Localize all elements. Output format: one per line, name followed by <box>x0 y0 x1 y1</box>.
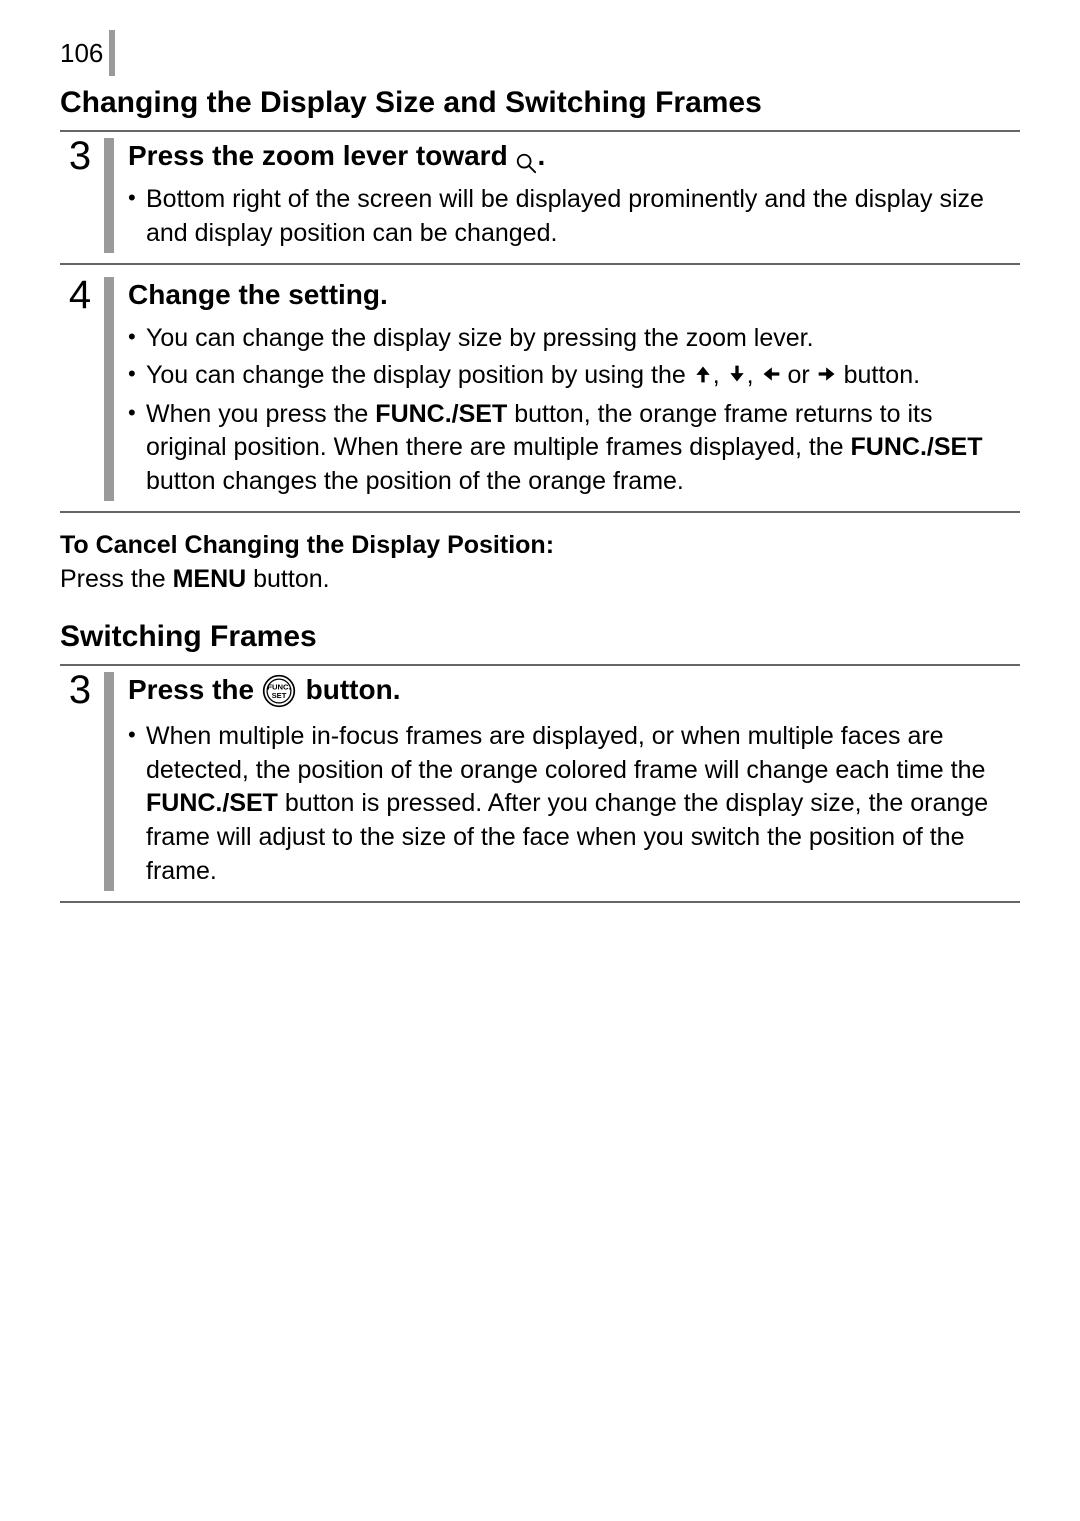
cancel-note: To Cancel Changing the Display Position:… <box>60 529 1020 597</box>
step-divider <box>104 277 114 501</box>
bullet-item: When multiple in-focus frames are displa… <box>128 720 1020 889</box>
step-title: Press the FUNC. SET button. <box>128 672 1020 710</box>
step-divider <box>104 138 114 253</box>
text: button. <box>246 565 329 593</box>
text: , <box>747 361 761 389</box>
text: button. <box>837 361 920 389</box>
bullet-list: You can change the display size by press… <box>128 322 1020 499</box>
note-body: Press the MENU button. <box>60 563 1020 597</box>
step-3: 3 Press the zoom lever toward . Bottom r… <box>60 132 1020 263</box>
text: When multiple in-focus frames are displa… <box>146 722 985 784</box>
bullet-item: You can change the display size by press… <box>128 322 1020 356</box>
text: or <box>781 361 817 389</box>
page: 106 Changing the Display Size and Switch… <box>0 0 1080 1521</box>
magnify-icon <box>515 147 537 169</box>
text: , <box>713 361 727 389</box>
divider <box>60 511 1020 513</box>
divider <box>60 263 1020 265</box>
text: button changes the position of the orang… <box>146 467 684 495</box>
step-title-text-pre: Press the zoom lever toward <box>128 140 515 171</box>
divider <box>60 901 1020 903</box>
text: Press the <box>60 565 173 593</box>
text-bold: FUNC./SET <box>146 789 278 817</box>
up-arrow-icon <box>693 360 713 394</box>
step-4: 4 Change the setting. You can change the… <box>60 271 1020 511</box>
section-title-2: Switching Frames <box>60 620 1020 654</box>
step-content: Press the zoom lever toward . Bottom rig… <box>128 136 1020 255</box>
step-title-text-pre: Press the <box>128 674 262 705</box>
page-number-block: 106 <box>60 30 1020 76</box>
note-title: To Cancel Changing the Display Position: <box>60 529 1020 563</box>
text-bold: FUNC./SET <box>375 400 507 428</box>
bullet-item: You can change the display position by u… <box>128 359 1020 393</box>
func-set-icon: FUNC. SET <box>262 674 298 710</box>
step-number: 3 <box>60 670 100 892</box>
step-number: 4 <box>60 275 100 503</box>
step-content: Press the FUNC. SET button. When multipl… <box>128 670 1020 892</box>
step-title: Change the setting. <box>128 277 1020 312</box>
svg-text:SET: SET <box>271 691 286 700</box>
down-arrow-icon <box>727 360 747 394</box>
step-divider <box>104 672 114 890</box>
text: When you press the <box>146 400 375 428</box>
step-3b: 3 Press the FUNC. SET button. When multi… <box>60 666 1020 900</box>
step-title-text-post: . <box>537 140 545 171</box>
bullet-list: Bottom right of the screen will be displ… <box>128 183 1020 251</box>
svg-text:FUNC.: FUNC. <box>267 682 290 691</box>
step-title-text-post: button. <box>306 674 401 705</box>
step-content: Change the setting. You can change the d… <box>128 275 1020 503</box>
bullet-item: Bottom right of the screen will be displ… <box>128 183 1020 251</box>
text-bold: FUNC./SET <box>851 433 983 461</box>
section-title-1: Changing the Display Size and Switching … <box>60 86 1020 120</box>
text: You can change the display position by u… <box>146 361 693 389</box>
bullet-list: When multiple in-focus frames are displa… <box>128 720 1020 889</box>
left-arrow-icon <box>761 360 781 394</box>
step-number: 3 <box>60 136 100 255</box>
bullet-item: When you press the FUNC./SET button, the… <box>128 398 1020 499</box>
page-number: 106 <box>60 38 109 69</box>
text-bold: MENU <box>173 565 247 593</box>
page-number-divider <box>109 30 115 76</box>
step-title: Press the zoom lever toward . <box>128 138 1020 173</box>
right-arrow-icon <box>817 360 837 394</box>
